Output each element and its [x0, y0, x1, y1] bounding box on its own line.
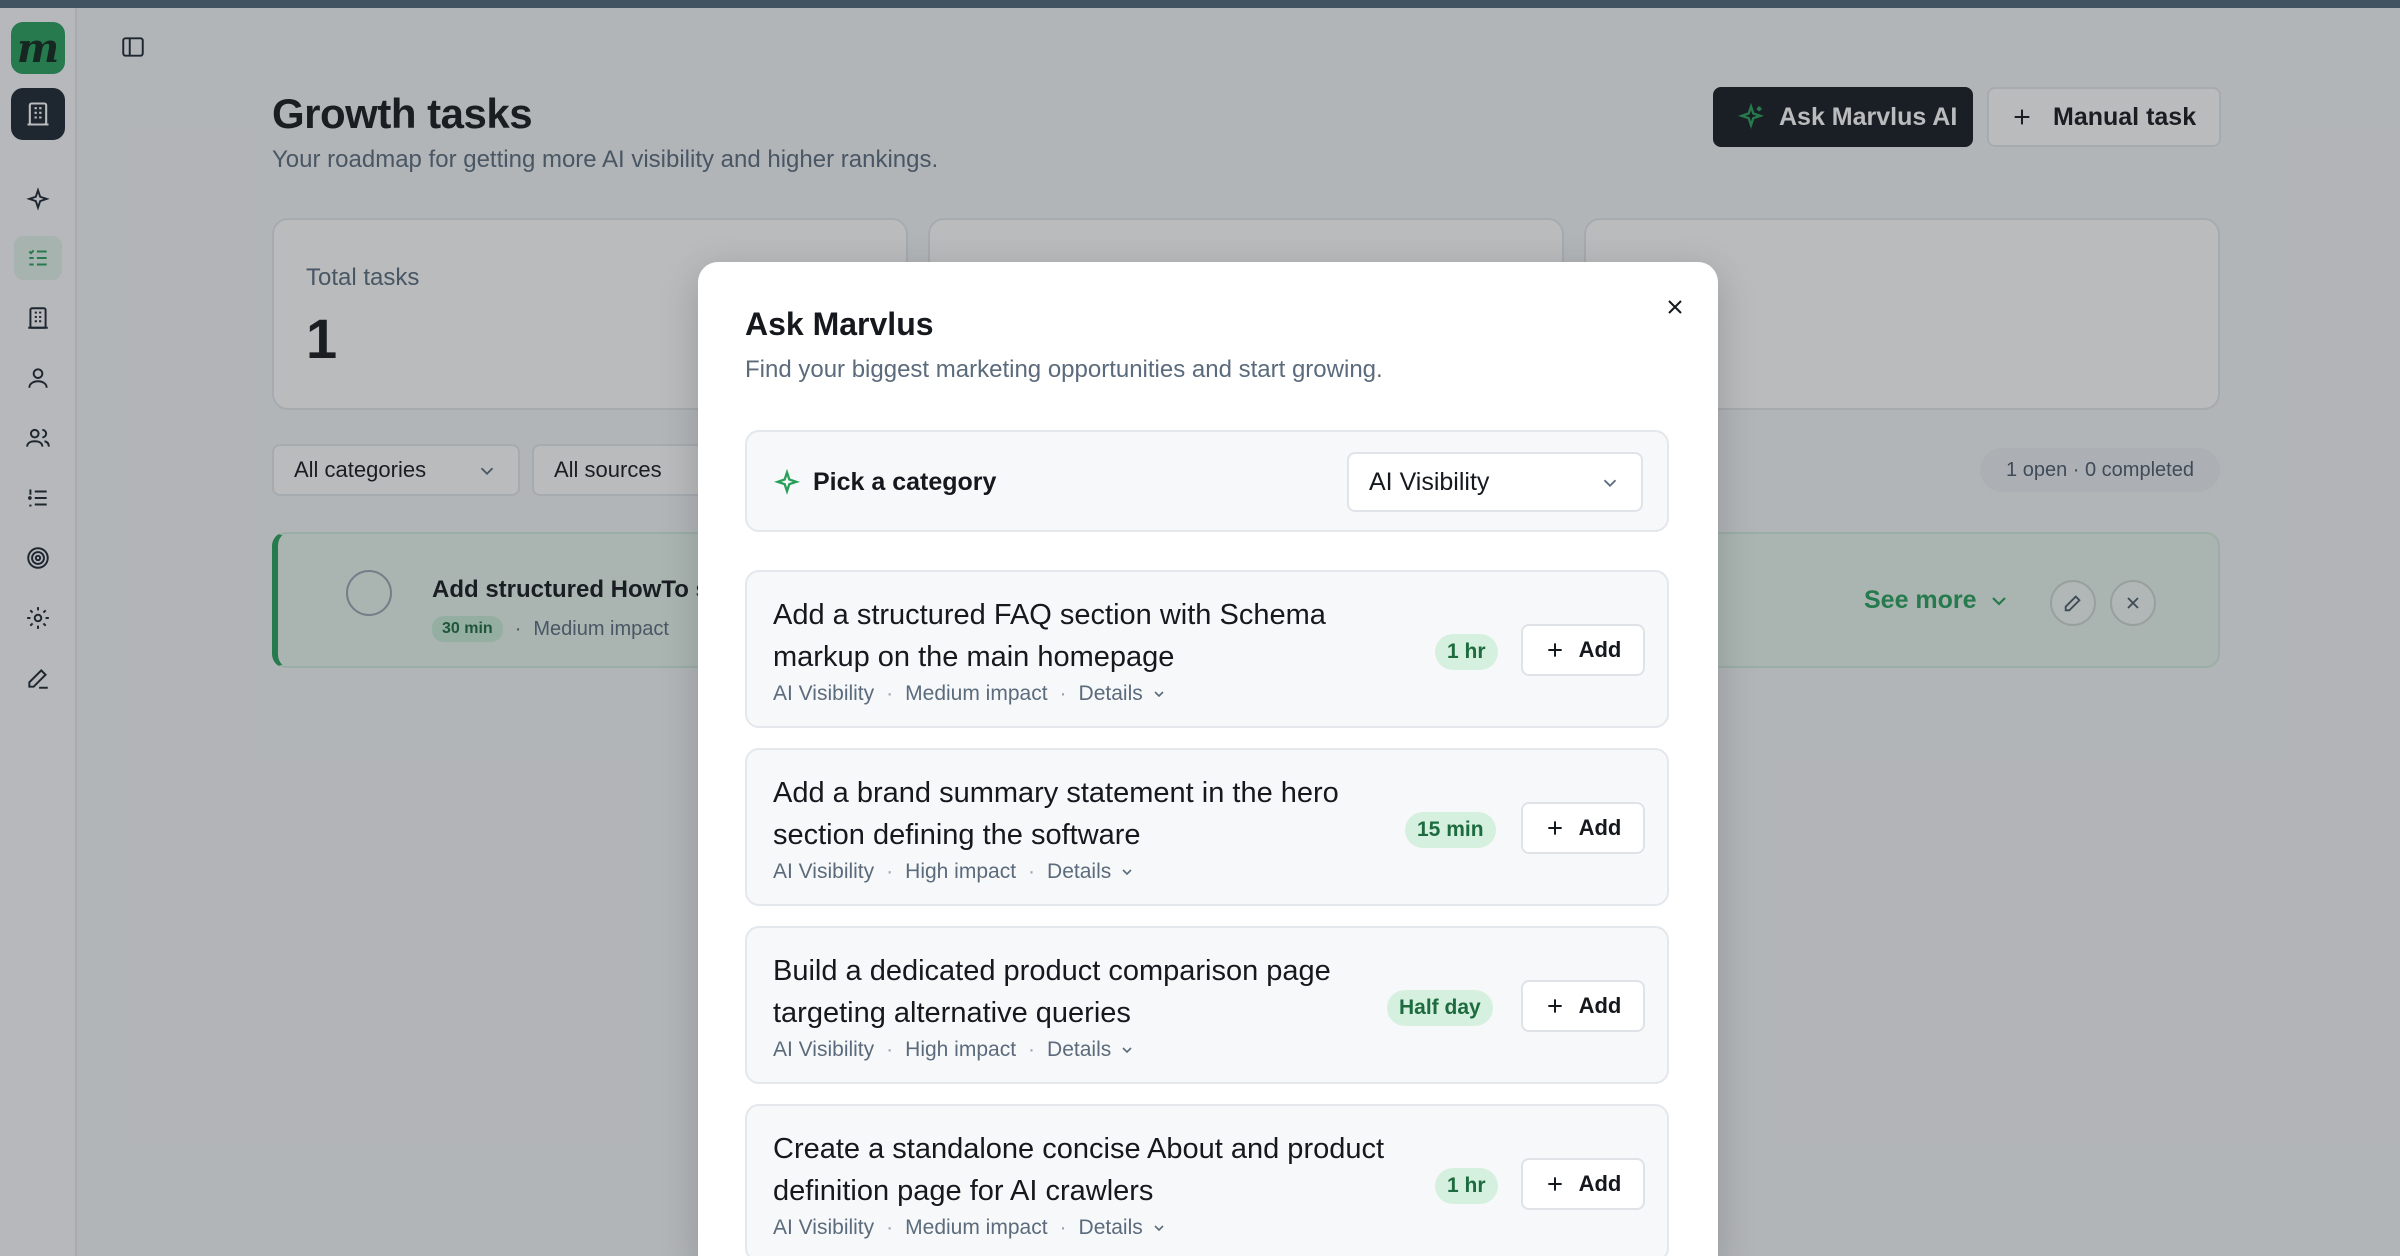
- suggestion-category: AI Visibility: [773, 1038, 875, 1061]
- close-icon: [1668, 300, 1682, 314]
- add-suggestion-button[interactable]: Add: [1521, 1158, 1645, 1210]
- chevron-down-icon: [1154, 1225, 1164, 1232]
- ask-marvlus-modal: Ask Marvlus Find your biggest marketing …: [698, 262, 1718, 1256]
- suggestion-impact: Medium impact: [905, 1216, 1048, 1239]
- add-label: Add: [1578, 637, 1622, 662]
- suggestion-impact: Medium impact: [905, 682, 1048, 705]
- add-suggestion-button[interactable]: Add: [1521, 802, 1645, 854]
- meta-separator: ·: [1059, 1216, 1067, 1239]
- modal-close-button[interactable]: [1658, 290, 1692, 324]
- plus-icon: [1547, 999, 1562, 1013]
- meta-separator: ·: [886, 860, 894, 883]
- duration-badge: 15 min: [1405, 812, 1496, 848]
- suggestion-card: Add a brand summary statement in the her…: [745, 748, 1669, 906]
- details-label: Details: [1078, 682, 1143, 705]
- suggestion-meta: AI Visibility · Medium impact · Details: [773, 1216, 1167, 1240]
- chevron-down-icon: [1154, 691, 1164, 698]
- add-label: Add: [1578, 993, 1622, 1018]
- add-label: Add: [1578, 1171, 1622, 1196]
- suggestion-title: Add a structured FAQ section with Schema…: [773, 599, 1326, 673]
- suggestion-impact: High impact: [905, 860, 1017, 883]
- details-label: Details: [1047, 1038, 1112, 1061]
- duration-badge: Half day: [1387, 990, 1493, 1026]
- details-label: Details: [1047, 860, 1112, 883]
- pick-category-text: Pick a category: [813, 468, 997, 496]
- suggestion-card: Build a dedicated product comparison pag…: [745, 926, 1669, 1084]
- chevron-down-icon: [1122, 869, 1132, 876]
- plus-icon: [1547, 821, 1562, 835]
- plus-icon: [1547, 643, 1562, 657]
- suggestion-title: Add a brand summary statement in the her…: [773, 777, 1339, 851]
- category-select[interactable]: AI Visibility: [1347, 452, 1643, 512]
- meta-separator: ·: [1028, 860, 1036, 883]
- meta-separator: ·: [1028, 1038, 1036, 1061]
- plus-icon: [1547, 1177, 1562, 1191]
- sparkle-icon: [773, 468, 801, 495]
- chevron-down-icon: [1603, 479, 1617, 488]
- suggestion-meta: AI Visibility · High impact · Details: [773, 1038, 1135, 1062]
- suggestion-meta: AI Visibility · High impact · Details: [773, 860, 1135, 884]
- details-toggle[interactable]: Details: [1079, 682, 1167, 706]
- suggestion-category: AI Visibility: [773, 682, 875, 705]
- details-toggle[interactable]: Details: [1079, 1216, 1167, 1240]
- pick-category-label: Pick a category: [773, 468, 996, 497]
- suggestion-category: AI Visibility: [773, 860, 875, 883]
- meta-separator: ·: [886, 682, 894, 705]
- suggestion-meta: AI Visibility · Medium impact · Details: [773, 682, 1167, 706]
- suggestion-impact: High impact: [905, 1038, 1017, 1061]
- meta-separator: ·: [886, 1038, 894, 1061]
- category-select-value: AI Visibility: [1369, 467, 1490, 496]
- add-suggestion-button[interactable]: Add: [1521, 980, 1645, 1032]
- suggestion-title: Build a dedicated product comparison pag…: [773, 955, 1331, 1029]
- suggestion-card: Create a standalone concise About and pr…: [745, 1104, 1669, 1256]
- details-label: Details: [1078, 1216, 1143, 1239]
- meta-separator: ·: [886, 1216, 894, 1239]
- add-suggestion-button[interactable]: Add: [1521, 624, 1645, 676]
- duration-badge: 1 hr: [1435, 634, 1498, 670]
- meta-separator: ·: [1059, 682, 1067, 705]
- suggestion-card: Add a structured FAQ section with Schema…: [745, 570, 1669, 728]
- duration-badge: 1 hr: [1435, 1168, 1498, 1204]
- modal-title: Ask Marvlus: [745, 306, 934, 342]
- details-toggle[interactable]: Details: [1047, 860, 1135, 884]
- details-toggle[interactable]: Details: [1047, 1038, 1135, 1062]
- modal-subtitle: Find your biggest marketing opportunitie…: [745, 356, 1383, 383]
- category-picker: Pick a category AI Visibility: [745, 430, 1669, 532]
- chevron-down-icon: [1122, 1047, 1132, 1054]
- add-label: Add: [1578, 815, 1622, 840]
- suggestion-title: Create a standalone concise About and pr…: [773, 1133, 1385, 1207]
- suggestion-category: AI Visibility: [773, 1216, 875, 1239]
